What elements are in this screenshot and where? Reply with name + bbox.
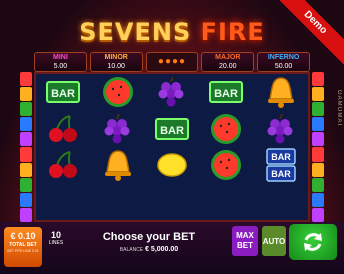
payline-marker xyxy=(312,147,324,162)
bet-per-line-label: BET PER LINE 0.01 xyxy=(7,249,39,253)
total-bet-label: TOTAL BET xyxy=(9,242,37,248)
payline-marker xyxy=(20,207,32,222)
reel-grid: BAR BAR BAR BAR BAR xyxy=(34,72,310,222)
reel-cell xyxy=(36,111,90,148)
jackpot-value: 20.00 xyxy=(219,63,237,70)
jackpot-center-indicator: ●●●● xyxy=(145,52,199,72)
payline-marker xyxy=(312,177,324,192)
fire-dots-icon: ●●●● xyxy=(157,56,187,67)
payline-marker xyxy=(20,132,32,147)
payline-marker xyxy=(312,117,324,132)
payline-marker xyxy=(312,87,324,102)
max-bet-button[interactable]: MAX BET xyxy=(232,226,258,256)
reel-cell xyxy=(36,147,90,184)
lines-display: 10 LINES xyxy=(46,230,66,246)
reel-cell xyxy=(90,74,144,111)
jackpot-value: 50.00 xyxy=(274,63,293,70)
svg-text:BAR: BAR xyxy=(51,88,75,100)
svg-text:BAR: BAR xyxy=(160,125,184,137)
payline-marker xyxy=(20,102,32,117)
payline-marker xyxy=(20,117,32,132)
bar-icon: BAR xyxy=(209,81,244,104)
balance-value: € 5,000.00 xyxy=(145,246,179,253)
payline-marker xyxy=(312,132,324,147)
jackpot-mini: MINI 5.00 xyxy=(34,52,87,72)
bell-icon xyxy=(104,150,131,182)
double-bar-icon: BAR BAR xyxy=(266,148,296,182)
total-bet-button[interactable]: € 0.10 TOTAL BET BET PER LINE 0.01 xyxy=(4,227,42,267)
reel-cell xyxy=(199,184,253,221)
reel-cell: BAR xyxy=(36,74,90,111)
grapes-icon xyxy=(158,76,184,107)
reel-cell xyxy=(254,184,308,221)
reel-cell xyxy=(145,147,199,184)
balance-display: BALANCE € 5,000.00 xyxy=(70,244,228,256)
watermelon-icon xyxy=(211,150,242,181)
reel-cell xyxy=(254,111,308,148)
auto-button[interactable]: AUTO xyxy=(262,226,286,256)
reel-cell xyxy=(254,74,308,111)
reel-cell: BAR BAR xyxy=(254,147,308,184)
bar-icon: BAR xyxy=(46,81,81,104)
spin-button[interactable] xyxy=(289,224,337,260)
cherry-icon xyxy=(49,151,78,179)
title-word-sevens: SEVENS xyxy=(79,18,192,46)
lines-label: LINES xyxy=(48,240,64,246)
cherry-icon xyxy=(49,114,78,142)
reel-cell xyxy=(90,184,144,221)
payline-marker xyxy=(20,192,32,207)
jackpot-major: MAJOR 20.00 xyxy=(201,52,255,72)
jackpot-value: 5.00 xyxy=(53,63,68,70)
lines-value: 10 xyxy=(50,230,61,240)
bar-icon: BAR xyxy=(154,117,189,140)
reel-cell xyxy=(145,184,199,221)
reel-cell xyxy=(90,111,144,148)
payline-marker xyxy=(312,72,324,87)
payline-marker xyxy=(312,192,324,207)
reel-cell xyxy=(199,111,253,148)
jackpot-name: MINI xyxy=(53,54,68,61)
game-scene: SEVENS FIRE Demo GAMOMAT MINI 5.00 MINOR 10… xyxy=(0,0,344,274)
brand-logo: GAMOMAT xyxy=(336,90,342,128)
bell-icon xyxy=(267,77,294,109)
svg-text:BAR: BAR xyxy=(271,152,291,162)
game-title: SEVENS FIRE xyxy=(0,18,344,46)
reel-cell xyxy=(145,74,199,111)
grapes-icon xyxy=(104,113,130,144)
jackpot-inferno: INFERNO 50.00 xyxy=(257,52,310,72)
payline-marker xyxy=(20,87,32,102)
reel-cell xyxy=(199,147,253,184)
jackpot-name: MINOR xyxy=(104,54,128,61)
payline-marker xyxy=(20,72,32,87)
payline-marker xyxy=(20,177,32,192)
payline-marker xyxy=(312,207,324,222)
balance-label: BALANCE xyxy=(119,247,144,253)
jackpot-minor: MINOR 10.00 xyxy=(89,52,143,72)
reel-cell xyxy=(90,147,144,184)
jackpot-bar: MINI 5.00 MINOR 10.00 ●●●● MAJOR 20.00 INFERNO 5… xyxy=(34,52,310,72)
watermelon-icon xyxy=(211,113,242,144)
refresh-icon xyxy=(304,233,322,251)
lemon-icon xyxy=(157,153,187,177)
reel-cell: BAR xyxy=(199,74,253,111)
payline-marker xyxy=(312,102,324,117)
total-bet-value: € 0.10 xyxy=(10,231,36,241)
reel-cell: BAR xyxy=(145,111,199,148)
payline-marker xyxy=(312,162,324,177)
payline-marker xyxy=(20,147,32,162)
payline-marker xyxy=(20,162,32,177)
watermelon-icon xyxy=(102,77,133,108)
status-message: Choose your BET xyxy=(102,231,196,243)
title-word-fire: FIRE xyxy=(200,18,265,46)
reel-cell xyxy=(36,184,90,221)
left-payline-markers xyxy=(20,72,32,222)
jackpot-name: MAJOR xyxy=(215,54,241,61)
svg-text:BAR: BAR xyxy=(271,169,291,179)
jackpot-name: INFERNO xyxy=(267,54,300,61)
status-message-area: Choose your BET BALANCE € 5,000.00 xyxy=(70,230,228,256)
jackpot-value: 10.00 xyxy=(107,63,125,70)
right-payline-markers xyxy=(312,72,324,222)
svg-text:BAR: BAR xyxy=(214,88,238,100)
grapes-icon xyxy=(267,113,293,144)
